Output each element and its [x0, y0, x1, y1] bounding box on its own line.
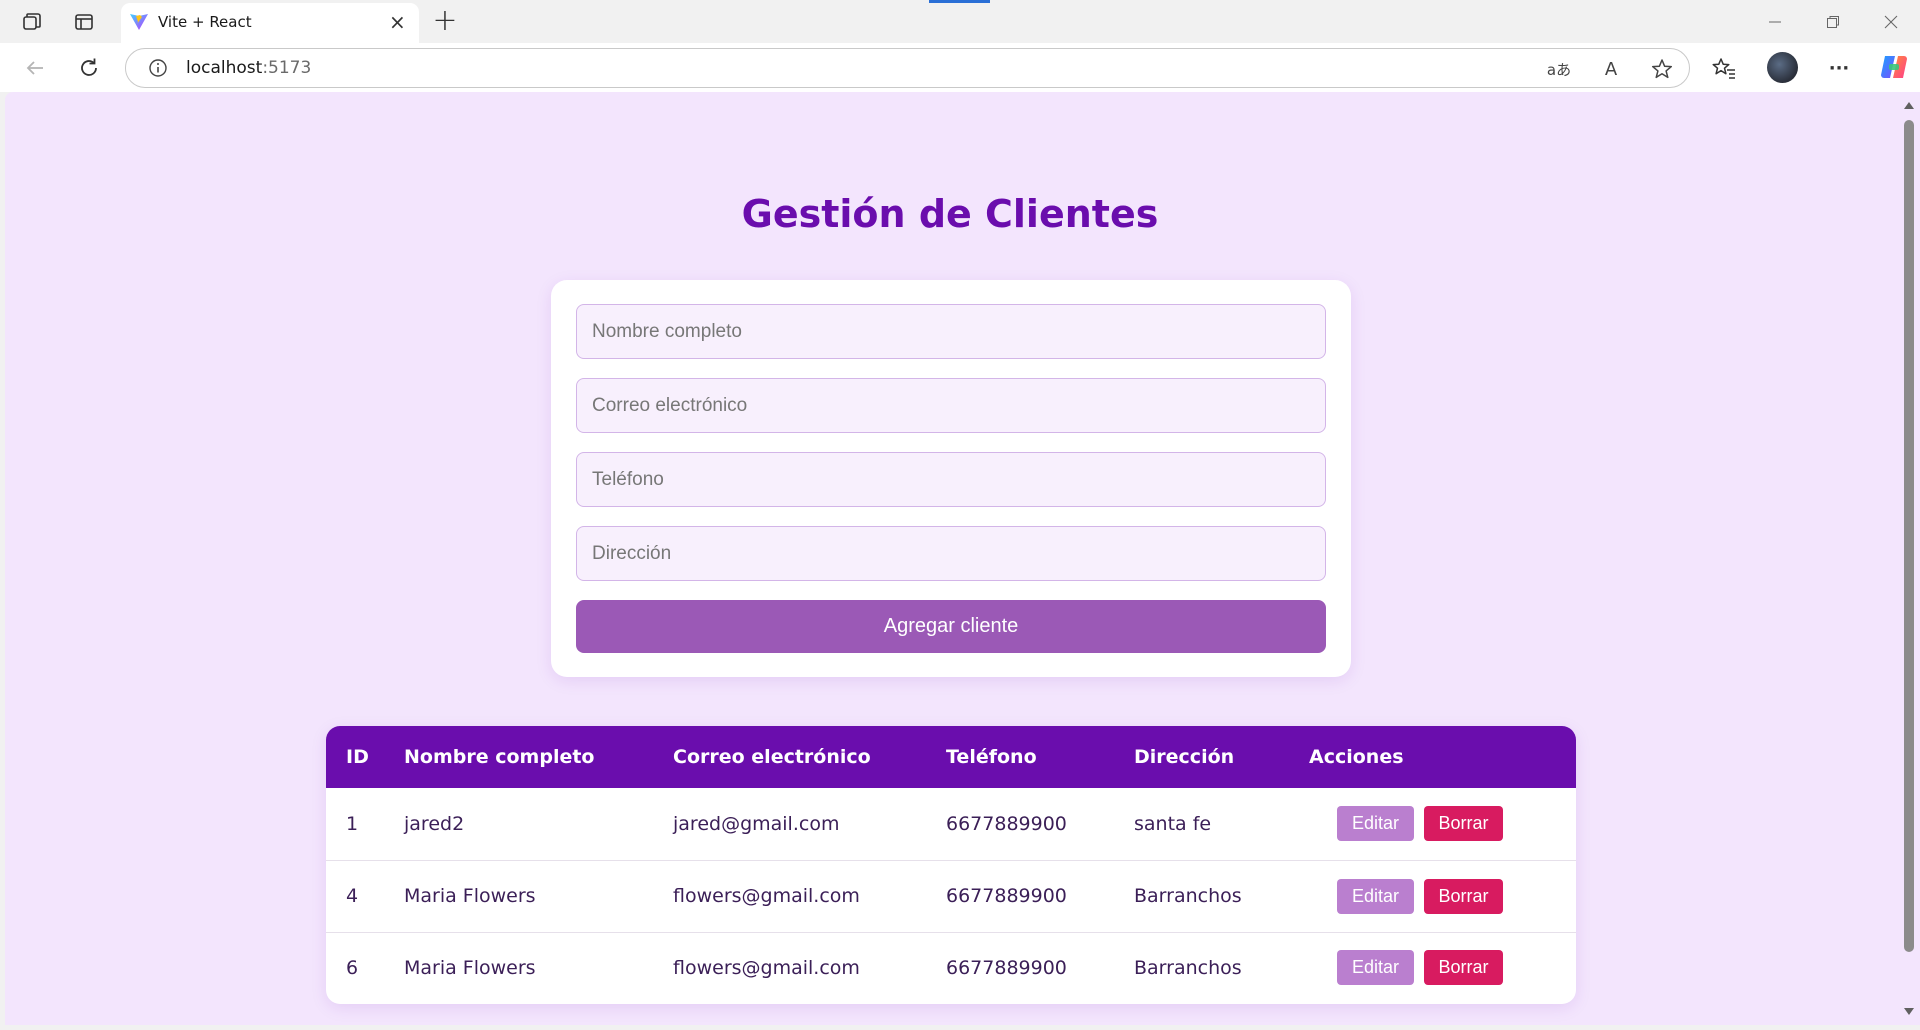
cell-actions: Editar Borrar: [1309, 860, 1576, 932]
clients-table-card: ID Nombre completo Correo electrónico Te…: [326, 726, 1576, 1004]
scrollbar-thumb[interactable]: [1904, 120, 1914, 952]
cell-address: Barranchos: [1134, 956, 1242, 979]
scroll-up-arrow-icon[interactable]: [1904, 102, 1914, 109]
vertical-scrollbar[interactable]: [1899, 92, 1920, 1025]
cell-name: Maria Flowers: [404, 885, 536, 907]
table-row: 4 Maria Flowers flowers@gmail.com 667788…: [326, 860, 1576, 932]
table-row: 6 Maria Flowers flowers@gmail.com 667788…: [326, 932, 1576, 1003]
delete-button[interactable]: Borrar: [1424, 806, 1503, 842]
address-url[interactable]: localhost:5173: [186, 58, 311, 78]
close-window-icon[interactable]: [1871, 8, 1911, 36]
copilot-icon[interactable]: [1879, 52, 1909, 82]
page-title: Gestión de Clientes: [741, 192, 1159, 236]
cell-name: jared2: [404, 812, 465, 835]
more-icon[interactable]: ···: [1824, 53, 1854, 83]
tab-title: Vite + React: [158, 13, 252, 31]
address-host: localhost: [186, 58, 263, 78]
add-client-button[interactable]: Agregar cliente: [576, 600, 1326, 653]
cell-email: flowers@gmail.com: [673, 956, 860, 979]
read-aloud-icon[interactable]: A: [1598, 56, 1624, 82]
cell-actions: Editar Borrar: [1309, 932, 1576, 1003]
scroll-down-arrow-icon[interactable]: [1904, 1008, 1914, 1015]
cell-id: 4: [346, 885, 359, 907]
clients-table: ID Nombre completo Correo electrónico Te…: [326, 726, 1576, 1003]
header-email: Correo electrónico: [673, 746, 871, 768]
favorites-list-icon[interactable]: [1709, 53, 1739, 83]
cell-email: flowers@gmail.com: [673, 885, 860, 907]
cell-phone: 6677889900: [946, 812, 1067, 835]
table-row: 1 jared2 jared@gmail.com 6677889900 sant…: [326, 788, 1576, 860]
tab-close-icon[interactable]: ×: [389, 12, 406, 32]
window-bottom-edge: [0, 1025, 1920, 1030]
refresh-icon[interactable]: [74, 53, 104, 83]
cell-id: 1: [346, 812, 359, 835]
star-icon[interactable]: [1649, 56, 1675, 82]
header-name: Nombre completo: [404, 746, 595, 768]
address-port: :5173: [262, 58, 312, 78]
navigation-bar: localhost:5173 aあ A ···: [0, 43, 1920, 92]
back-arrow-icon[interactable]: [20, 53, 50, 83]
profile-avatar[interactable]: [1767, 52, 1798, 83]
cell-address: santa fe: [1134, 812, 1212, 835]
translate-icon[interactable]: aあ: [1546, 56, 1572, 82]
email-input[interactable]: [576, 378, 1326, 433]
header-actions: Acciones: [1309, 746, 1404, 768]
cell-id: 6: [346, 956, 359, 979]
delete-button[interactable]: Borrar: [1424, 878, 1503, 914]
cell-phone: 6677889900: [946, 956, 1067, 979]
header-address: Dirección: [1134, 746, 1235, 768]
header-phone: Teléfono: [946, 746, 1037, 768]
info-icon[interactable]: [148, 58, 168, 78]
new-tab-icon[interactable]: +: [430, 6, 460, 37]
tab-vite-react[interactable]: Vite + React ×: [121, 3, 419, 43]
cell-name: Maria Flowers: [404, 956, 536, 979]
delete-button[interactable]: Borrar: [1424, 950, 1503, 986]
tab-actions-icon[interactable]: [69, 9, 99, 35]
address-bar[interactable]: localhost:5173 aあ A: [125, 48, 1690, 88]
cell-actions: Editar Borrar: [1309, 788, 1576, 860]
address-input[interactable]: [576, 526, 1326, 581]
edit-button[interactable]: Editar: [1337, 878, 1414, 914]
page-viewport: Gestión de Clientes Agregar cliente ID N…: [5, 92, 1899, 1025]
restore-icon[interactable]: [1813, 8, 1853, 36]
name-input[interactable]: [576, 304, 1326, 359]
cell-address: Barranchos: [1134, 885, 1242, 907]
tab-bar: Vite + React × +: [0, 0, 1920, 43]
header-id: ID: [346, 746, 369, 768]
vite-logo-icon: [130, 14, 148, 30]
cell-email: jared@gmail.com: [673, 812, 840, 835]
edit-button[interactable]: Editar: [1337, 950, 1414, 986]
client-form-card: Agregar cliente: [551, 280, 1351, 677]
cell-phone: 6677889900: [946, 885, 1067, 907]
edit-button[interactable]: Editar: [1337, 806, 1414, 842]
top-accent-bar: [929, 0, 990, 3]
table-header-row: ID Nombre completo Correo electrónico Te…: [326, 726, 1576, 788]
workspaces-icon[interactable]: [17, 9, 47, 35]
phone-input[interactable]: [576, 452, 1326, 507]
minimize-icon[interactable]: [1755, 8, 1795, 36]
